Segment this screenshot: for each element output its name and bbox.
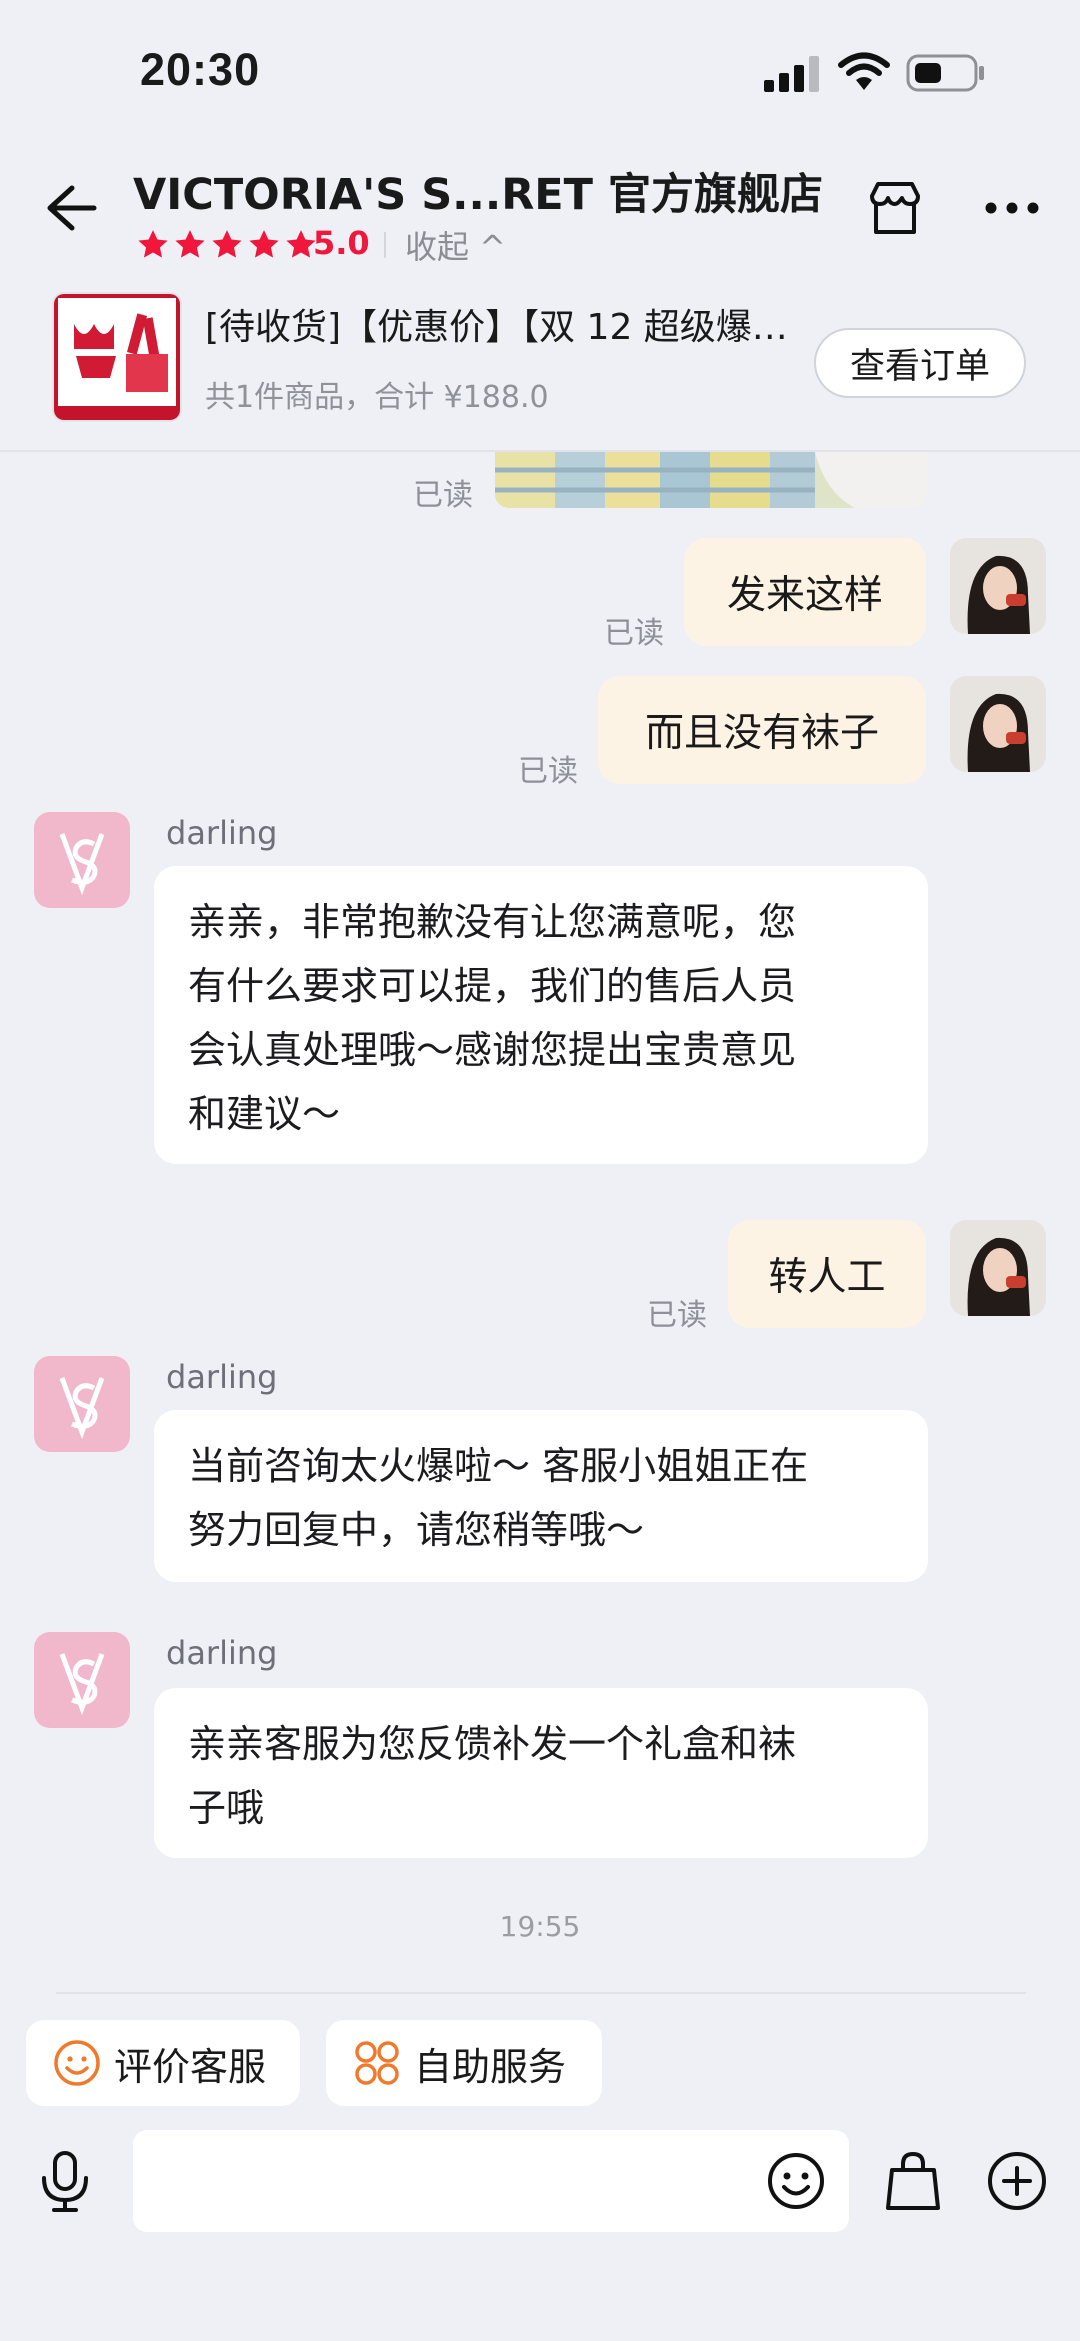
message-line: 子哦: [188, 1786, 265, 1830]
apps-grid-icon: [355, 2041, 399, 2085]
view-order-button[interactable]: 查看订单: [814, 328, 1026, 398]
my-message-bubble[interactable]: 转人工: [728, 1220, 926, 1328]
sender-name: darling: [166, 1634, 278, 1672]
back-icon[interactable]: [40, 178, 100, 238]
star-icon: [175, 230, 205, 258]
shop-title[interactable]: VICTORIA'S S...RET 官方旗舰店: [133, 160, 823, 222]
star-icon: [212, 230, 242, 258]
smile-icon: [54, 2040, 100, 2086]
sender-name: darling: [166, 814, 278, 852]
rate-service-button[interactable]: 评价客服: [26, 2020, 300, 2106]
rating-stars: [136, 226, 321, 264]
order-title[interactable]: [待收货]【优惠价】【双 12 超级爆款】…: [205, 298, 805, 350]
chat-timestamp: 19:55: [499, 1910, 581, 1943]
status-time: 20:30: [140, 44, 261, 95]
message-text: 转人工: [768, 1255, 886, 1300]
message-line: 会认真处理哦～感谢您提出宝贵意见: [188, 1028, 797, 1072]
sent-image[interactable]: [495, 452, 927, 508]
message-line: 和建议～: [188, 1092, 341, 1136]
divider: [56, 1992, 1026, 1994]
agent-message-bubble[interactable]: 当前咨询太火爆啦～ 客服小姐姐正在 努力回复中，请您稍等哦～: [154, 1410, 928, 1582]
signal-icon: [764, 56, 819, 92]
my-message-bubble[interactable]: 而且没有袜子: [598, 676, 926, 784]
read-status: 已读: [604, 616, 664, 651]
message-text: 发来这样: [726, 573, 883, 618]
agent-avatar[interactable]: [34, 812, 130, 908]
self-service-label: 自助服务: [414, 2044, 567, 2089]
plus-icon[interactable]: [986, 2150, 1048, 2212]
rating-score: 5.0: [313, 224, 370, 262]
read-status: 已读: [647, 1298, 707, 1333]
my-avatar[interactable]: [950, 1220, 1046, 1316]
store-icon[interactable]: [864, 178, 926, 240]
agent-avatar[interactable]: [34, 1356, 130, 1452]
message-input[interactable]: [133, 2130, 849, 2232]
vs-logo-icon: [59, 833, 105, 896]
message-line: 当前咨询太火爆啦～ 客服小姐姐正在: [188, 1444, 809, 1488]
order-summary: 共1件商品，合计 ¥188.0: [205, 380, 549, 415]
vs-logo-icon: [59, 1653, 105, 1716]
agent-message-bubble[interactable]: 亲亲客服为您反馈补发一个礼盒和袜 子哦: [154, 1688, 928, 1858]
message-text: 而且没有袜子: [644, 711, 879, 756]
read-status: 已读: [518, 754, 578, 789]
message-line: 亲亲，非常抱歉没有让您满意呢，您: [188, 900, 797, 944]
read-status: 已读: [413, 478, 473, 513]
wifi-icon: [838, 52, 890, 90]
agent-avatar[interactable]: [34, 1632, 130, 1728]
order-product-image[interactable]: [52, 292, 182, 422]
divider: [384, 232, 386, 258]
agent-message-bubble[interactable]: 亲亲，非常抱歉没有让您满意呢，您 有什么要求可以提，我们的售后人员 会认真处理哦…: [154, 866, 928, 1164]
message-line: 努力回复中，请您稍等哦～: [188, 1508, 645, 1552]
microphone-icon[interactable]: [36, 2150, 94, 2212]
collapse-toggle[interactable]: 收起 ^: [405, 222, 506, 268]
message-line: 有什么要求可以提，我们的售后人员: [188, 964, 797, 1008]
star-icon: [138, 230, 168, 258]
my-avatar[interactable]: [950, 676, 1046, 772]
rate-service-label: 评价客服: [114, 2044, 267, 2089]
shopping-bag-icon[interactable]: [882, 2148, 944, 2214]
vs-logo-icon: [59, 1377, 105, 1440]
sender-name: darling: [166, 1358, 278, 1396]
star-icon: [249, 230, 279, 258]
my-avatar[interactable]: [950, 538, 1046, 634]
self-service-button[interactable]: 自助服务: [326, 2020, 602, 2106]
my-message-bubble[interactable]: 发来这样: [684, 538, 926, 646]
emoji-icon[interactable]: [765, 2150, 827, 2212]
battery-icon: [906, 54, 984, 92]
more-icon[interactable]: [984, 198, 1040, 218]
message-line: 亲亲客服为您反馈补发一个礼盒和袜: [188, 1722, 797, 1766]
